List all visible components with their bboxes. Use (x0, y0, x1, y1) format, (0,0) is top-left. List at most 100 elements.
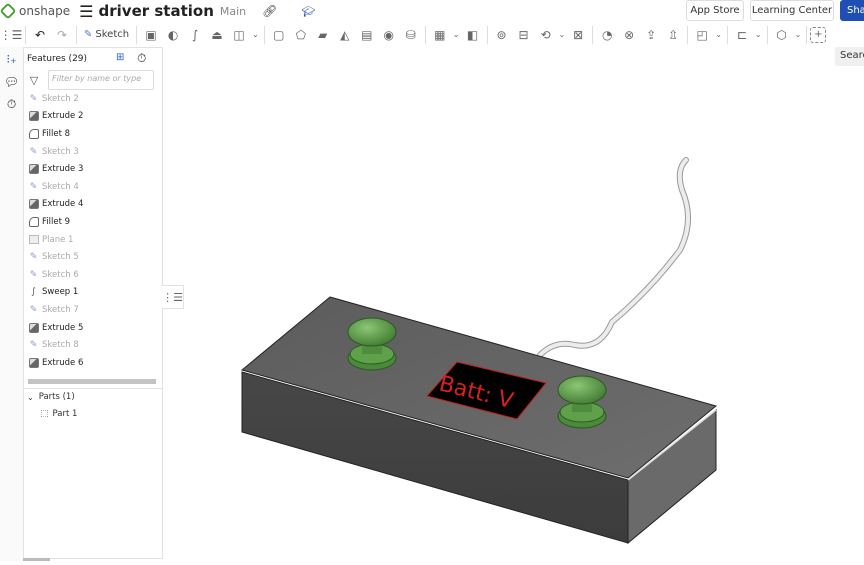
rollback-bar[interactable] (28, 378, 156, 384)
feature-item[interactable]: Extrude 2 (24, 108, 162, 126)
feature-list: ✎ Sketch 2 Extrude 2 Fillet 8 ✎ Sketch 3 Extru… (24, 90, 162, 372)
delete-part-icon[interactable]: ⊠ (567, 24, 589, 46)
parts-header[interactable]: ⌄ Parts (1) (24, 389, 162, 406)
sweep-icon: ∫ (31, 287, 36, 298)
onshape-logo-icon (0, 2, 17, 20)
move-face-icon[interactable]: ⇪ (640, 24, 662, 46)
insert-mate-icon[interactable]: ⁝₊ (0, 47, 23, 70)
feature-filter: ▽ Filter by name or type (24, 70, 162, 90)
left-rail: ⁝₊ 💬︎ ⏱︎ (0, 47, 23, 561)
branch-label[interactable]: Main (220, 5, 246, 18)
feature-name: Extrude 4 (42, 199, 84, 210)
rib-icon[interactable]: ◭ (334, 24, 356, 46)
divider (726, 25, 728, 44)
feature-item[interactable]: Extrude 4 (24, 196, 162, 214)
learning-center-button[interactable]: Learning Center (750, 0, 834, 21)
extrude-icon (28, 322, 39, 333)
feature-name: Sketch 6 (42, 269, 79, 280)
feature-item[interactable]: ✎ Sketch 5 (24, 248, 162, 266)
cylinder-icon[interactable]: ⛁ (400, 24, 422, 46)
part-icon: ⬚ (40, 409, 49, 419)
part-name: Part 1 (52, 409, 78, 419)
replace-face-icon[interactable]: ⇫ (662, 24, 684, 46)
feature-name: Sketch 7 (42, 304, 79, 315)
chamfer-icon[interactable]: ⬠ (290, 24, 312, 46)
collapse-feature-list-button[interactable]: ⋮☰ (162, 285, 184, 309)
chevron-down-icon[interactable]: ⌄ (252, 30, 259, 39)
shell-icon[interactable]: ▤ (356, 24, 378, 46)
feature-item[interactable]: Extrude 5 (24, 319, 162, 337)
divider (136, 25, 138, 44)
feature-item[interactable]: ✎ Sketch 3 (24, 143, 162, 161)
mirror-icon[interactable]: ◧ (462, 24, 484, 46)
draft-icon[interactable]: ▰ (312, 24, 334, 46)
share-button[interactable]: Share (840, 0, 864, 21)
split-icon[interactable]: ⊟ (513, 24, 535, 46)
section-view-icon[interactable]: ⬡ (771, 24, 793, 46)
feature-item[interactable]: ✎ Sketch 6 (24, 266, 162, 284)
feature-item[interactable]: ∫ Sweep 1 (24, 284, 162, 302)
thicken-icon[interactable]: ◫ (228, 24, 250, 46)
sheet-metal-icon[interactable]: ⊏ (731, 24, 753, 46)
sweep-icon[interactable]: ∫ (184, 24, 206, 46)
feature-name: Extrude 3 (42, 164, 84, 175)
extrude-icon (28, 199, 39, 210)
sketch-icon: ✎ (29, 340, 38, 351)
chevron-down-icon[interactable]: ⌄ (715, 30, 722, 39)
modify-fillet-icon[interactable]: ◔ (596, 24, 618, 46)
onshape-logo[interactable]: onshape (0, 2, 71, 20)
part-item[interactable]: ⬚ Part 1 (24, 406, 162, 423)
sketch-button[interactable]: ✎ Sketch (80, 29, 133, 40)
add-folder-icon[interactable]: ⊞ (116, 52, 124, 63)
link-icon[interactable]: 🔗︎ (262, 4, 277, 18)
feature-item[interactable]: Plane 1 (24, 231, 162, 249)
filter-icon[interactable]: ▽ (24, 74, 44, 87)
pattern-icon[interactable]: ▦ (429, 24, 451, 46)
fillet-icon[interactable]: ▢ (268, 24, 290, 46)
hole-icon[interactable]: ◉ (378, 24, 400, 46)
feature-filter-input[interactable]: Filter by name or type (48, 70, 154, 90)
add-custom-feature-icon[interactable]: + (810, 26, 827, 43)
chevron-down-icon[interactable]: ⌄ (795, 30, 802, 39)
stopwatch-icon[interactable]: ⏱︎ (0, 93, 23, 116)
3d-viewport[interactable]: Batt: V (185, 47, 864, 561)
feature-name: Sketch 2 (42, 93, 79, 104)
feature-list-header: Features (29) ⊞ ⏱︎ (24, 48, 162, 70)
feature-item[interactable]: Extrude 3 (24, 160, 162, 178)
hamburger-menu-icon[interactable]: ☰ (79, 2, 93, 21)
revolve-icon[interactable]: ◐ (162, 24, 184, 46)
delete-face-icon[interactable]: ⊗ (618, 24, 640, 46)
extrude-icon[interactable]: ▣ (140, 24, 162, 46)
model-view[interactable]: Batt: V (185, 47, 864, 561)
plane-icon[interactable]: ◰ (691, 24, 713, 46)
undo-icon[interactable]: ↶ (29, 24, 51, 46)
feature-name: Plane 1 (42, 234, 74, 245)
feature-item[interactable]: Fillet 8 (24, 125, 162, 143)
feature-list-toggle-icon[interactable]: ⋮☰ (0, 24, 22, 46)
document-title[interactable]: driver station (99, 2, 214, 20)
rollback-timer-icon[interactable]: ⏱︎ (137, 51, 146, 66)
pencil-icon: ✎ (84, 29, 93, 40)
feature-item[interactable]: ✎ Sketch 7 (24, 301, 162, 319)
feature-name: Extrude 6 (42, 357, 84, 368)
app-store-button[interactable]: App Store (686, 0, 744, 21)
graduation-cap-icon[interactable]: 🎓︎ (301, 5, 315, 18)
transform-icon[interactable]: ⟲ (535, 24, 557, 46)
sketch-icon: ✎ (29, 146, 38, 157)
feature-item[interactable]: ✎ Sketch 4 (24, 178, 162, 196)
chevron-down-icon[interactable]: ⌄ (755, 30, 762, 39)
extrude-icon (28, 111, 39, 122)
redo-icon[interactable]: ↷ (51, 24, 73, 46)
feature-item[interactable]: Extrude 6 (24, 354, 162, 372)
feature-item[interactable]: ✎ Sketch 8 (24, 336, 162, 354)
loft-icon[interactable]: ⏏ (206, 24, 228, 46)
comment-icon[interactable]: 💬︎ (0, 70, 23, 93)
boolean-icon[interactable]: ⊚ (491, 24, 513, 46)
chevron-down-icon[interactable]: ⌄ (559, 30, 566, 39)
feature-item[interactable]: Fillet 9 (24, 213, 162, 231)
logo-text: onshape (19, 4, 71, 18)
chevron-down-icon[interactable]: ⌄ (453, 30, 460, 39)
cable-highlight (538, 158, 691, 357)
feature-item[interactable]: ✎ Sketch 2 (24, 90, 162, 108)
divider (424, 25, 426, 44)
